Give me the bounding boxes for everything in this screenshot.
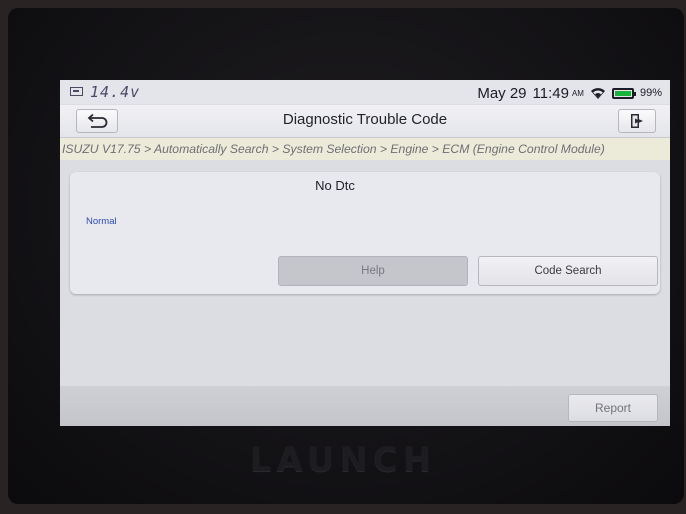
status-bar: 14.4v May 29 11:49 AM 99% [60,80,670,104]
status-ampm: AM [571,88,584,98]
device-screen: 14.4v May 29 11:49 AM 99% Diagnostic Tro… [60,80,670,426]
exit-door-icon [631,114,643,128]
status-time: 11:49 [532,84,569,102]
device-brand-logo: LAUNCH [249,440,437,480]
title-bar: Diagnostic Trouble Code [60,105,670,138]
dtc-result-panel: No Dtc Normal Help Code Search [70,172,660,294]
voltage-readout: 14.4v [90,83,141,101]
dtc-result-title: No Dtc [315,178,355,193]
wifi-icon [590,88,605,99]
breadcrumb-text: ISUZU V17.75 > Automatically Search > Sy… [62,142,605,156]
exit-button[interactable] [618,109,656,133]
breadcrumb: ISUZU V17.75 > Automatically Search > Sy… [60,138,670,160]
status-date: May 29 [477,84,527,102]
car-battery-icon [70,87,83,96]
code-search-button[interactable]: Code Search [478,256,658,286]
help-button[interactable]: Help [278,256,468,286]
battery-icon [611,87,636,99]
battery-percent: 99% [639,87,662,99]
bottom-toolbar: Report [60,386,670,426]
page-title: Diagnostic Trouble Code [282,111,448,128]
report-button[interactable]: Report [568,394,658,422]
status-bar-right: May 29 11:49 AM 99% [477,83,662,103]
system-status-text: Normal [86,216,117,227]
